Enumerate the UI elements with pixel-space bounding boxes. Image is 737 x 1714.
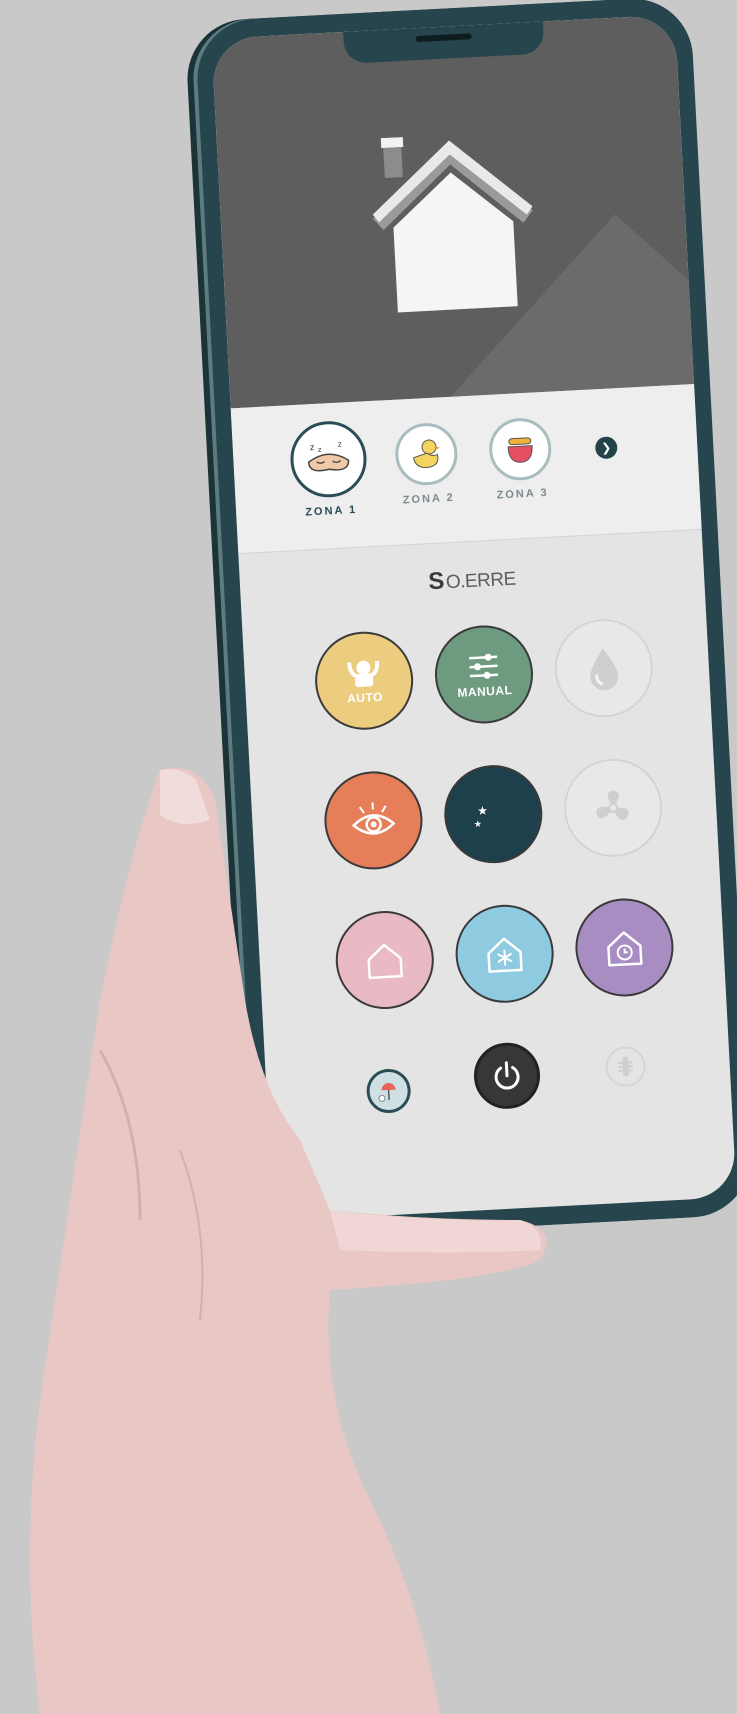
- scene: z z z ZONA 1 ZONA 2 ZONA 3 ❯ SO.ERRE AUT…: [0, 0, 737, 1714]
- hand-illustration: [30, 768, 547, 1714]
